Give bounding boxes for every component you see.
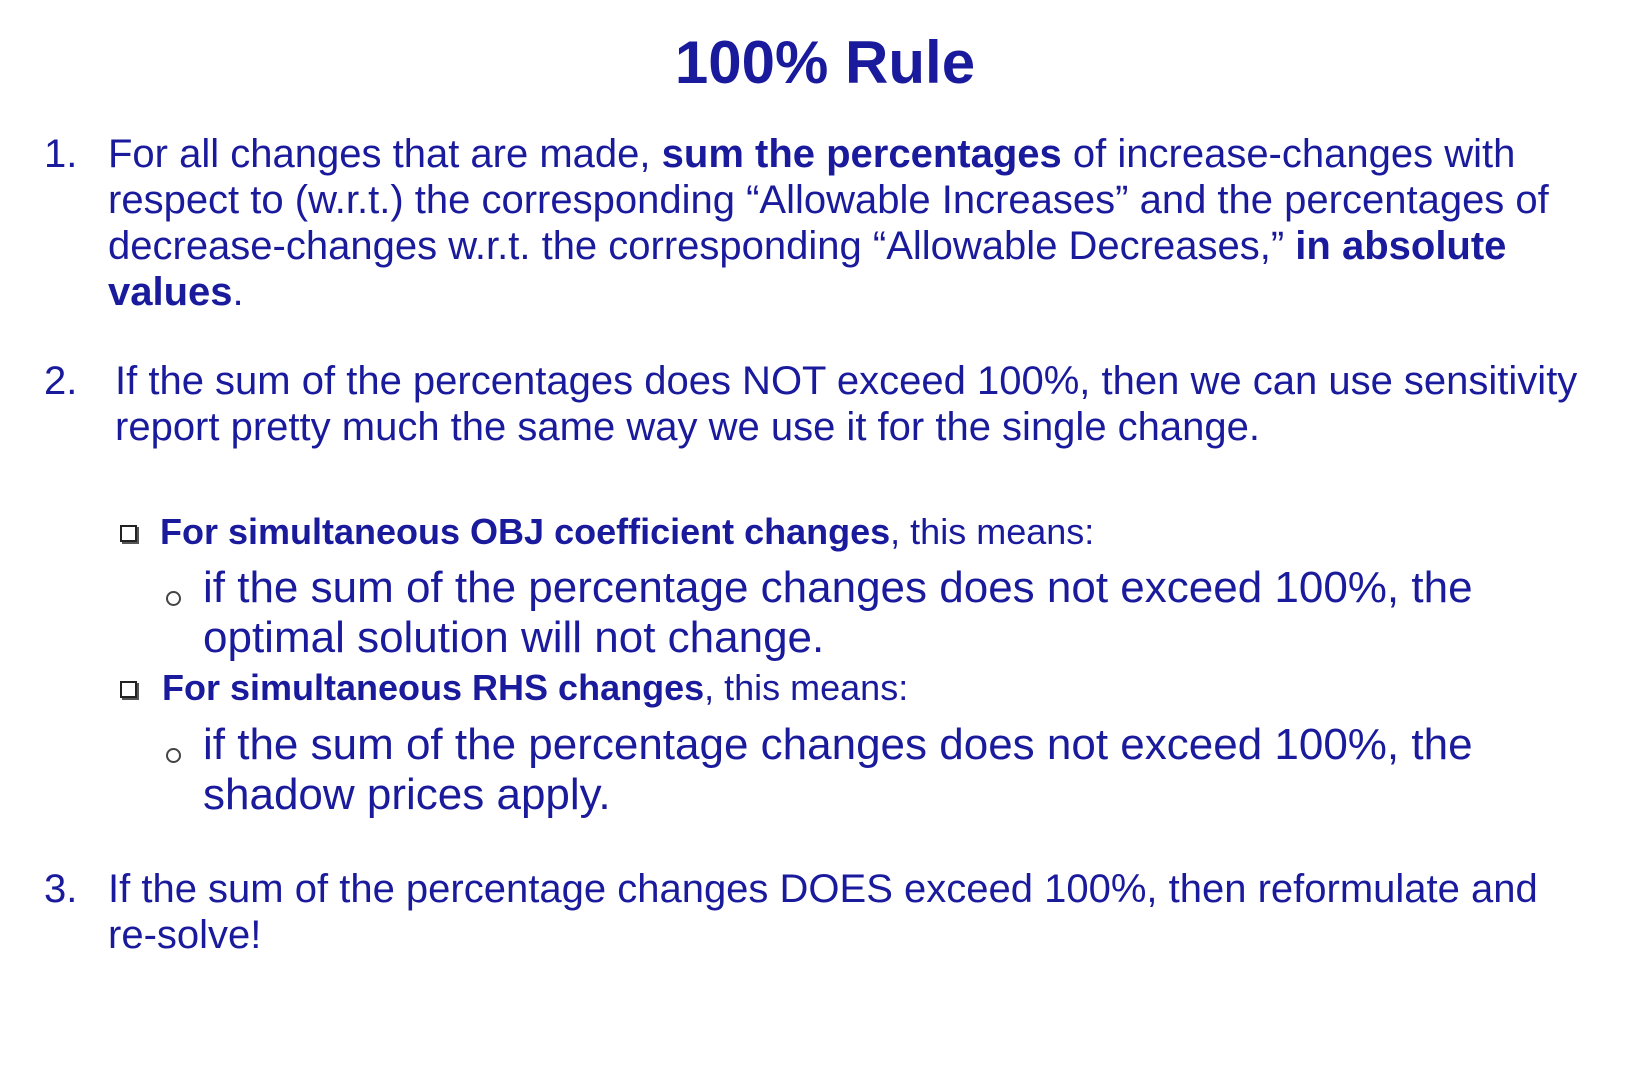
subpoint-heading-bold: For simultaneous OBJ coefficient changes (160, 511, 891, 552)
circle-bullet-icon (166, 748, 181, 763)
subpoint-detail-2: if the sum of the percentage changes doe… (166, 720, 1596, 820)
subpoint-heading-2: For simultaneous RHS changes, this means… (120, 666, 1320, 710)
item-body: If the sum of the percentage changes DOE… (108, 867, 1538, 957)
item-number: 3. (44, 867, 78, 911)
rule-item-3: 3. If the sum of the percentage changes … (44, 866, 1604, 966)
item-text: For all changes that are made, (108, 132, 662, 176)
subpoint-heading-text: For simultaneous RHS changes, this means… (162, 666, 908, 710)
subpoint-detail-1: if the sum of the percentage changes doe… (166, 563, 1596, 663)
item-text-bold: sum the percentages (661, 132, 1062, 176)
checkbox-bullet-icon (120, 681, 137, 698)
item-body: For all changes that are made, sum the p… (108, 131, 1578, 315)
slide-title: 100% Rule (674, 29, 976, 96)
subpoint-heading-text: For simultaneous OBJ coefficient changes… (160, 510, 1094, 554)
rule-item-1: 1. For all changes that are made, sum th… (44, 131, 1604, 321)
rule-item-2: 2. If the sum of the percentages does NO… (44, 358, 1624, 458)
subpoint-detail-text: if the sum of the percentage changes doe… (203, 720, 1473, 819)
circle-bullet-icon (166, 591, 181, 606)
subpoint-heading-1: For simultaneous OBJ coefficient changes… (120, 510, 1320, 554)
item-number: 2. (44, 359, 78, 403)
subpoint-heading-rest: , this means: (890, 511, 1095, 552)
item-text: . (232, 270, 244, 314)
item-body: If the sum of the percentages does NOT e… (115, 359, 1578, 449)
subpoint-detail-text: if the sum of the percentage changes doe… (203, 563, 1473, 662)
subpoint-heading-rest: , this means: (704, 667, 909, 708)
checkbox-bullet-icon (120, 525, 137, 542)
item-number: 1. (44, 132, 78, 176)
subpoint-heading-bold: For simultaneous RHS changes (162, 667, 705, 708)
